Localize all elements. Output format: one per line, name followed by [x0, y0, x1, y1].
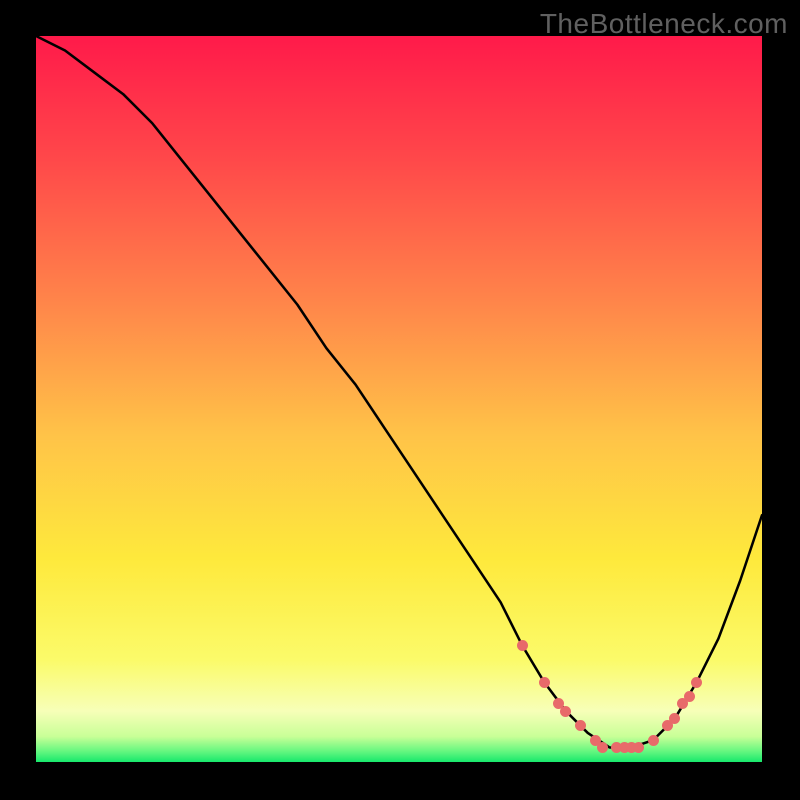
background-gradient — [36, 36, 762, 762]
plot-area — [36, 36, 762, 762]
chart-canvas: TheBottleneck.com — [0, 0, 800, 800]
